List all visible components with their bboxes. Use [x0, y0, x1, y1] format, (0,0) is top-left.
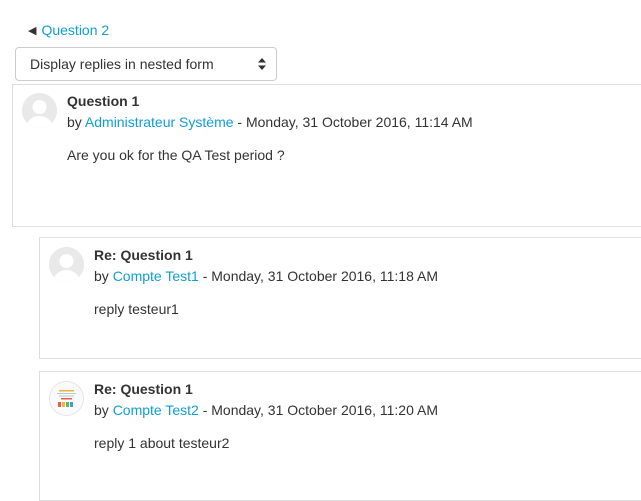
post-date: - Monday, 31 October 2016, 11:18 AM	[198, 268, 438, 284]
avatar[interactable]	[49, 247, 84, 282]
post-byline: by Administrateur Système - Monday, 31 O…	[67, 114, 473, 130]
author-link[interactable]: Compte Test1	[113, 268, 199, 284]
by-text: by	[94, 402, 113, 418]
default-user-icon	[22, 93, 57, 128]
post-byline: by Compte Test1 - Monday, 31 October 201…	[94, 268, 438, 284]
by-text: by	[94, 268, 113, 284]
by-text: by	[67, 114, 85, 130]
forum-post: Re: Question 1 by Compte Test1 - Monday,…	[39, 237, 641, 359]
previous-discussion-link[interactable]: Question 2	[41, 22, 109, 38]
previous-discussion-nav: ◀ Question 2	[28, 22, 109, 38]
post-message: Are you ok for the QA Test period ?	[67, 147, 285, 163]
post-date: - Monday, 31 October 2016, 11:14 AM	[233, 114, 473, 130]
post-byline: by Compte Test2 - Monday, 31 October 201…	[94, 402, 438, 418]
avatar[interactable]	[22, 93, 57, 128]
author-link[interactable]: Administrateur Système	[85, 114, 234, 130]
post-subject: Question 1	[67, 93, 140, 109]
default-user-icon	[49, 247, 84, 282]
custom-logo-icon	[50, 382, 83, 415]
display-mode-select[interactable]: Display replies in nested form	[15, 47, 277, 81]
avatar[interactable]	[49, 381, 84, 416]
post-date: - Monday, 31 October 2016, 11:20 AM	[198, 402, 438, 418]
display-mode-selected-value: Display replies in nested form	[30, 56, 214, 72]
post-subject: Re: Question 1	[94, 247, 193, 263]
forum-post: Question 1 by Administrateur Système - M…	[12, 84, 641, 227]
forum-post: Re: Question 1 by Compte Test2 - Monday,…	[39, 371, 641, 501]
post-message: reply 1 about testeur2	[94, 435, 230, 451]
triangle-left-icon: ◀	[28, 24, 37, 37]
author-link[interactable]: Compte Test2	[113, 402, 199, 418]
post-message: reply testeur1	[94, 301, 179, 317]
select-updown-arrows-icon	[258, 58, 266, 70]
post-subject: Re: Question 1	[94, 381, 193, 397]
